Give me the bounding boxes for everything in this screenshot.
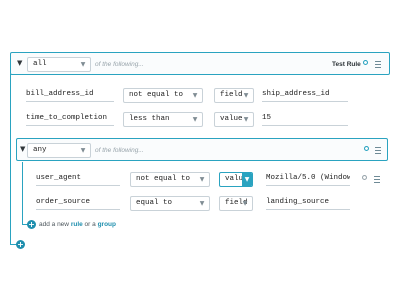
- rule-operator-select[interactable]: not equal to ▼: [123, 88, 203, 103]
- chevron-down-icon: ▼: [243, 92, 249, 99]
- inner-combinator-select[interactable]: any ▼: [27, 143, 91, 158]
- plus-circle-icon[interactable]: +: [16, 240, 25, 249]
- chevron-down-icon: ▼: [192, 92, 198, 99]
- outer-group-connector: [10, 74, 11, 244]
- rule-value-type-select[interactable]: value ▼: [219, 172, 253, 187]
- rule-value-input[interactable]: 15: [262, 112, 348, 126]
- inner-group-header: ▼ any ▼ of the following...: [16, 138, 388, 161]
- rule-field-input[interactable]: time_to_completion: [26, 112, 114, 126]
- menu-icon[interactable]: [375, 147, 381, 154]
- inner-group-hint: of the following...: [95, 147, 144, 154]
- inner-group-connector: [22, 162, 23, 224]
- add-group-link[interactable]: group: [98, 221, 116, 228]
- rule-value-type-select[interactable]: field ▼: [219, 196, 253, 211]
- chevron-down-icon: ▼: [242, 200, 248, 207]
- rule-operator-select[interactable]: equal to ▼: [130, 196, 210, 211]
- rule-value-type-select[interactable]: field ▼: [214, 88, 254, 103]
- collapse-triangle-icon[interactable]: ▼: [17, 59, 22, 67]
- chevron-down-icon: ▼: [242, 173, 252, 186]
- plus-circle-icon[interactable]: +: [27, 220, 36, 229]
- test-rule-button[interactable]: Test Rule: [332, 61, 361, 68]
- rule-value-type-select[interactable]: value ▼: [214, 112, 254, 127]
- add-prefix-text: add a new: [39, 221, 69, 228]
- gear-icon[interactable]: [364, 146, 369, 151]
- menu-icon[interactable]: [375, 61, 381, 68]
- rule-value-input[interactable]: Mozilla/5.0 (Windows: [266, 172, 350, 186]
- rule-operator-select[interactable]: not equal to ▼: [130, 172, 210, 187]
- outer-group-hint: of the following...: [95, 61, 144, 68]
- rule-field-input[interactable]: user_agent: [36, 172, 120, 186]
- chevron-down-icon: ▼: [199, 176, 205, 183]
- gear-icon[interactable]: [363, 60, 368, 65]
- menu-icon[interactable]: [374, 176, 380, 183]
- chevron-down-icon: ▼: [199, 200, 205, 207]
- add-new-row: add a new rule or a group: [39, 221, 116, 228]
- outer-group-header: ▼ all ▼ of the following... Test Rule: [10, 52, 390, 75]
- chevron-down-icon: ▼: [243, 116, 249, 123]
- rule-field-input[interactable]: bill_address_id: [26, 88, 114, 102]
- rule-value-input[interactable]: landing_source: [266, 196, 350, 210]
- rule-value-input[interactable]: ship_address_id: [262, 88, 348, 102]
- chevron-down-icon: ▼: [192, 116, 198, 123]
- add-rule-link[interactable]: rule: [71, 221, 83, 228]
- chevron-down-icon: ▼: [80, 61, 86, 68]
- chevron-down-icon: ▼: [80, 147, 86, 154]
- collapse-triangle-icon[interactable]: ▼: [20, 145, 25, 153]
- rule-field-input[interactable]: order_source: [36, 196, 120, 210]
- outer-combinator-select[interactable]: all ▼: [27, 57, 91, 72]
- gear-icon[interactable]: [362, 175, 367, 180]
- add-or-text: or a: [84, 221, 96, 228]
- rule-operator-select[interactable]: less than ▼: [123, 112, 203, 127]
